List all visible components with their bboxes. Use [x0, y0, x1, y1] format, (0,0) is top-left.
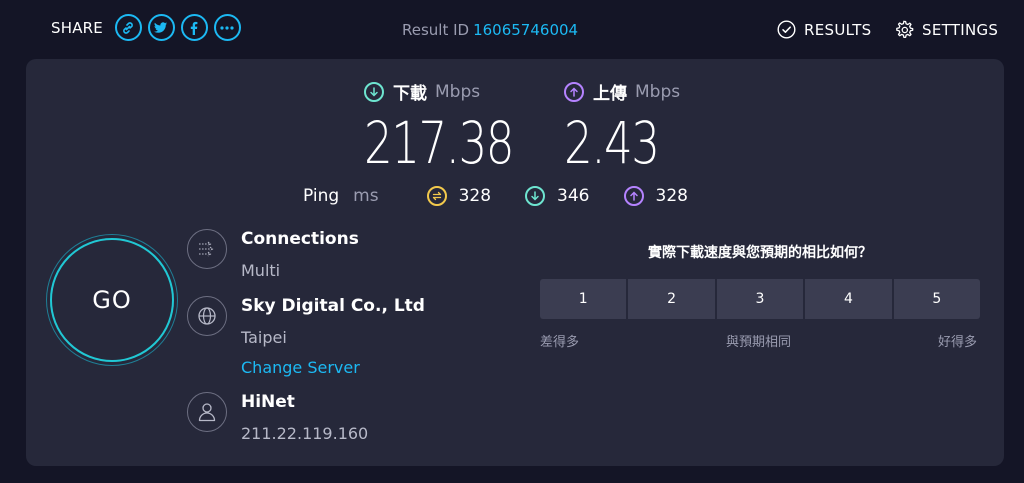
rating-option-5[interactable]: 5 — [893, 279, 981, 319]
rating-low-label: 差得多 — [540, 335, 580, 350]
download-value: 217.38 — [364, 109, 515, 177]
rating-option-2[interactable]: 2 — [628, 279, 715, 319]
results-label: RESULTS — [804, 20, 872, 39]
ping-upload: 328 — [623, 186, 688, 206]
rating-high-label: 好得多 — [938, 335, 978, 350]
download-unit: Mbps — [435, 81, 481, 102]
ping-upload-icon — [623, 186, 644, 206]
upload-arrow-icon — [564, 81, 584, 102]
ping-label: Ping — [303, 186, 340, 206]
settings-button[interactable]: SETTINGS — [894, 20, 998, 40]
download-metric: 下載 Mbps 217.38 — [364, 79, 555, 172]
settings-label: SETTINGS — [922, 21, 999, 39]
go-button[interactable]: GO — [50, 238, 174, 362]
link-icon[interactable] — [114, 14, 142, 41]
download-arrow-icon — [364, 81, 384, 102]
ping-download-icon — [525, 186, 546, 206]
upload-metric: 上傳 Mbps 2.43 — [564, 79, 685, 172]
ping-idle-value: 328 — [458, 186, 492, 206]
result-id-label: Result ID — [402, 21, 470, 39]
gear-icon — [896, 20, 914, 39]
ping-idle: 328 — [426, 186, 492, 206]
rating-option-3[interactable]: 3 — [716, 279, 804, 319]
change-server-link[interactable]: Change Server — [241, 358, 360, 377]
result-id-value[interactable]: 16065746004 — [473, 21, 578, 39]
isp-name: HiNet — [241, 392, 295, 412]
connections-title: Connections — [241, 229, 359, 249]
connections-icon[interactable] — [187, 229, 227, 269]
ping-upload-value: 328 — [655, 186, 688, 206]
twitter-icon[interactable] — [147, 14, 175, 41]
rating-scale: 1 2 3 4 5 — [540, 279, 981, 319]
rating-mid-label: 與預期相同 — [726, 335, 792, 350]
upload-value: 2.43 — [564, 109, 660, 177]
connections-value: Multi — [241, 261, 281, 280]
isp-ip: 211.22.119.160 — [241, 424, 369, 443]
results-button[interactable]: RESULTS — [777, 20, 871, 39]
rating-option-4[interactable]: 4 — [805, 279, 892, 319]
ping-download: 346 — [525, 186, 590, 206]
share-bar: SHARE — [51, 14, 241, 41]
server-location: Taipei — [241, 328, 287, 347]
ping-unit: ms — [353, 186, 379, 206]
facebook-icon[interactable] — [180, 14, 208, 41]
ping-row: Ping ms 328 346 328 — [303, 186, 722, 206]
more-icon[interactable] — [213, 14, 241, 41]
results-panel: 下載 Mbps 217.38 上傳 Mbps 2.43 Ping ms 328 … — [26, 59, 1004, 466]
go-label: GO — [92, 286, 132, 314]
result-id: Result ID 16065746004 — [402, 21, 578, 39]
download-label: 下載 — [393, 84, 427, 104]
upload-label: 上傳 — [593, 84, 627, 104]
share-label: SHARE — [51, 18, 103, 37]
ping-idle-icon — [426, 186, 447, 206]
survey-question: 實際下載速度與您預期的相比如何？ — [648, 245, 872, 261]
rating-option-1[interactable]: 1 — [540, 279, 627, 319]
server-name: Sky Digital Co., Ltd — [241, 296, 425, 316]
upload-unit: Mbps — [635, 81, 681, 102]
globe-icon — [187, 296, 227, 336]
user-icon — [187, 392, 227, 432]
check-circle-icon — [777, 20, 796, 39]
ping-download-value: 346 — [557, 186, 590, 206]
